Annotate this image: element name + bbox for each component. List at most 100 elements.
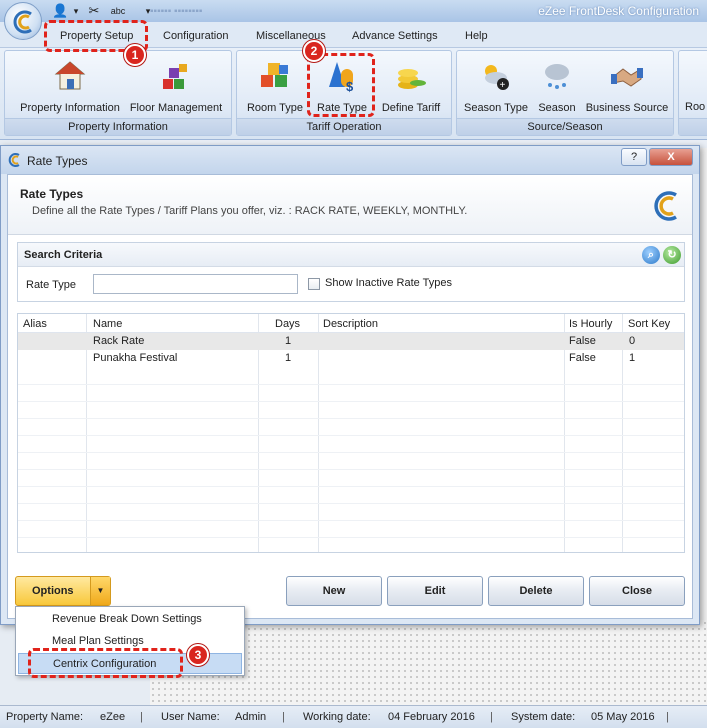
cell-name: Rack Rate	[93, 335, 145, 347]
handshake-icon	[611, 68, 643, 87]
column-header-sort-key[interactable]: Sort Key	[628, 318, 670, 330]
ribbon-group-label: Tariff Operation	[237, 118, 451, 135]
grid-line	[18, 537, 684, 538]
cubes-icon	[261, 63, 288, 87]
tools-icon[interactable]: ✂	[86, 3, 102, 19]
cell-days: 1	[285, 352, 292, 364]
rate-type-search-input[interactable]	[93, 274, 298, 294]
ribbon-group-label: Property Information	[5, 118, 231, 135]
season-label: Season	[538, 102, 576, 114]
system-date-label: System date:	[511, 711, 576, 723]
new-button[interactable]: New	[286, 576, 382, 606]
highlight-centrix-configuration	[28, 648, 183, 678]
ribbon-group-label: Source/Season	[457, 118, 673, 135]
house-icon	[54, 61, 86, 90]
close-window-button[interactable]: X	[649, 148, 693, 166]
working-date-label: Working date:	[303, 711, 371, 723]
floor-blocks-icon	[163, 64, 187, 89]
user-icon[interactable]: 👤	[52, 3, 68, 19]
define-tariff-button[interactable]: Define Tariff	[375, 59, 447, 114]
rate-types-dialog: Rate Types ? X Rate Types Define all the…	[0, 145, 700, 625]
background-window-tabs: ▪▪▪▪▪▪ ▪▪▪▪▪▪▪▪	[150, 6, 203, 17]
menu-configuration[interactable]: Configuration	[163, 30, 228, 42]
ezee-logo-icon	[8, 153, 20, 167]
ribbon-group-label	[679, 118, 707, 135]
status-separator: |	[666, 711, 669, 723]
step-badge-3: 3	[187, 644, 209, 666]
dropdown-arrow-icon[interactable]: ▾	[68, 3, 84, 19]
room-type-button[interactable]: Room Type	[241, 59, 309, 114]
status-separator: |	[282, 711, 285, 723]
close-button[interactable]: Close	[589, 576, 685, 606]
column-header-days[interactable]: Days	[275, 318, 300, 330]
property-information-button[interactable]: Property Information	[11, 59, 129, 114]
define-tariff-label: Define Tariff	[381, 102, 441, 114]
grid-line	[18, 503, 684, 504]
season-type-button[interactable]: + Season Type	[461, 59, 531, 114]
menu-item-revenue-break-down[interactable]: Revenue Break Down Settings	[18, 609, 242, 630]
property-name-label: Property Name:	[6, 711, 84, 723]
options-label: Options	[32, 585, 74, 597]
header-description: Define all the Rate Types / Tariff Plans…	[32, 205, 468, 217]
app-logo-button[interactable]	[4, 2, 42, 40]
search-criteria-panel: Search Criteria ⌕ ↻ Rate Type Show Inact…	[17, 242, 685, 302]
floor-management-button[interactable]: Floor Management	[127, 59, 225, 114]
column-header-description[interactable]: Description	[323, 318, 378, 330]
app-title: eZee FrontDesk Configuration	[538, 4, 699, 18]
help-button[interactable]: ?	[621, 148, 647, 166]
ribbon-group-overflow: Roo	[678, 50, 707, 136]
grid-line	[18, 435, 684, 436]
grid-line	[18, 486, 684, 487]
show-inactive-label: Show Inactive Rate Types	[325, 277, 452, 289]
step-badge-1: 1	[124, 44, 146, 66]
status-separator: |	[140, 711, 143, 723]
overflow-ribbon-label[interactable]: Roo	[685, 101, 707, 113]
menu-advance-settings[interactable]: Advance Settings	[352, 30, 438, 42]
cell-days: 1	[285, 335, 292, 347]
options-button[interactable]: Options ▼	[15, 576, 111, 606]
cell-sort-key: 0	[629, 335, 636, 347]
menu-help[interactable]: Help	[465, 30, 488, 42]
season-type-label: Season Type	[463, 102, 528, 114]
rate-types-grid: Alias Name Days Description Is Hourly So…	[17, 313, 685, 553]
spellcheck-icon[interactable]: abc	[110, 3, 126, 19]
column-header-name[interactable]: Name	[93, 318, 122, 330]
season-button[interactable]: Season	[533, 59, 581, 114]
dialog-body: Rate Types Define all the Rate Types / T…	[7, 174, 693, 619]
snow-cloud-icon	[545, 64, 569, 89]
dialog-title-bar[interactable]: Rate Types ? X	[1, 146, 699, 174]
dialog-title: Rate Types	[27, 154, 88, 168]
weather-add-icon: +	[485, 65, 509, 91]
property-information-label: Property Information	[20, 102, 120, 114]
rate-type-filter-label: Rate Type	[26, 279, 76, 291]
ezee-logo-icon	[13, 10, 32, 34]
cell-name: Punakha Festival	[93, 352, 178, 364]
column-header-is-hourly[interactable]: Is Hourly	[569, 318, 612, 330]
refresh-icon[interactable]: ↻	[663, 246, 681, 264]
highlight-rate-type	[307, 53, 375, 117]
cell-is-hourly: False	[569, 352, 596, 364]
table-row[interactable]: Punakha Festival 1 False 1	[18, 350, 684, 367]
ribbon-group-source-season: + Season Type Season Business Source Sou…	[456, 50, 674, 136]
cell-is-hourly: False	[569, 335, 596, 347]
status-bar: Property Name: eZee | User Name: Admin |…	[0, 705, 707, 728]
column-header-alias[interactable]: Alias	[23, 318, 47, 330]
room-type-label: Room Type	[246, 102, 304, 114]
floor-management-label: Floor Management	[129, 102, 223, 114]
grid-line	[18, 418, 684, 419]
chevron-down-icon[interactable]: ▼	[90, 577, 110, 605]
user-name-label: User Name:	[161, 711, 220, 723]
header-title: Rate Types	[20, 187, 84, 201]
ribbon-group-property-information: Property Information Floor Management Pr…	[4, 50, 232, 136]
search-criteria-title: Search Criteria	[24, 249, 103, 261]
grid-line	[18, 401, 684, 402]
edit-button[interactable]: Edit	[387, 576, 483, 606]
table-row[interactable]: Rack Rate 1 False 0	[18, 333, 684, 350]
business-source-button[interactable]: Business Source	[583, 59, 671, 114]
working-date-value: 04 February 2016	[388, 711, 475, 723]
search-icon[interactable]: ⌕	[642, 246, 660, 264]
show-inactive-checkbox[interactable]	[308, 278, 320, 290]
delete-button[interactable]: Delete	[488, 576, 584, 606]
qat-customize-icon[interactable]: ▾	[140, 3, 156, 19]
svg-text:+: +	[500, 80, 506, 91]
